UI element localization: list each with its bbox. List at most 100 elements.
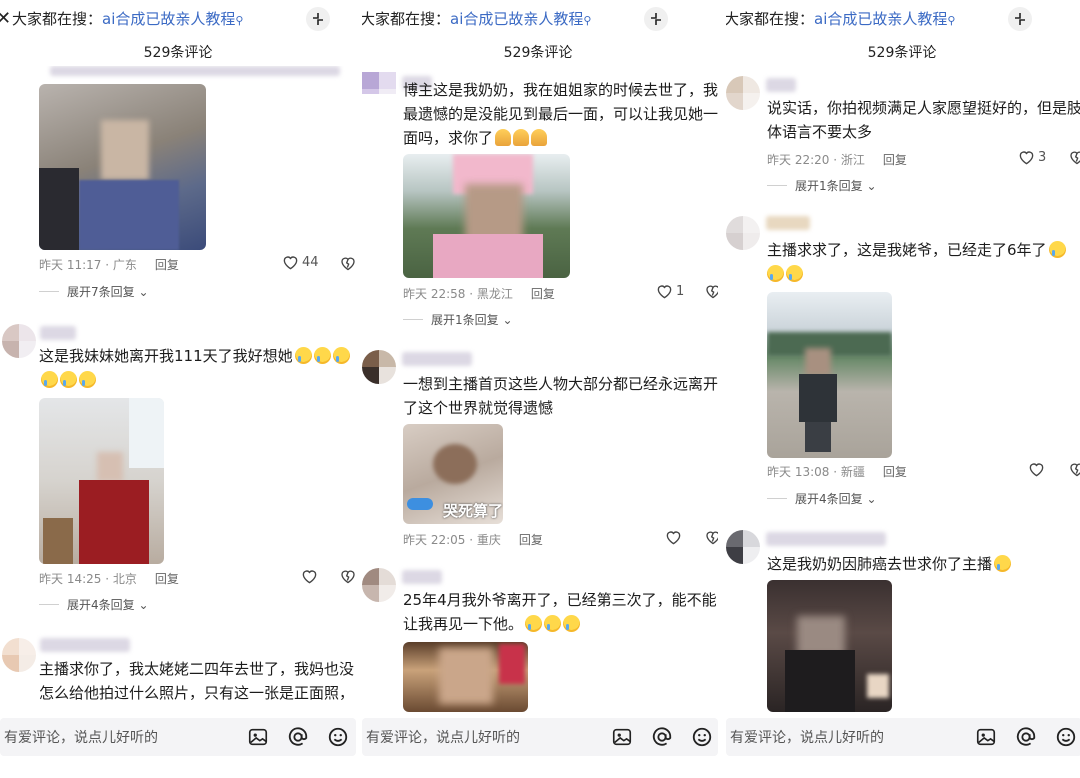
crying-emoji bbox=[1048, 241, 1066, 258]
comment-text: 25年4月我外爷离开了，已经第三次了，能不能 让我再见一下他。 bbox=[403, 591, 717, 633]
collapse-icon[interactable] bbox=[1008, 7, 1032, 31]
pleading-emoji bbox=[994, 555, 1012, 572]
heart-icon bbox=[1019, 151, 1034, 165]
search-bar[interactable]: ✕ 大家都在搜：ai合成已故亲人教程⚲ bbox=[0, 6, 356, 32]
username[interactable] bbox=[766, 216, 810, 230]
like-button[interactable]: 3 bbox=[1018, 150, 1046, 165]
comment-panel-3: ✕ 大家都在搜：ai合成已故亲人教程⚲ 529条评论 说实话，你拍视频满足人家愿… bbox=[726, 0, 1080, 778]
broken-heart-icon[interactable] bbox=[1069, 462, 1080, 477]
divider bbox=[767, 498, 787, 499]
search-hint[interactable]: 大家都在搜：ai合成已故亲人教程⚲ bbox=[726, 6, 955, 34]
comment-photo[interactable] bbox=[39, 398, 164, 564]
comment-input-bar[interactable]: 有爱评论，说点儿好听的 bbox=[0, 718, 356, 756]
avatar[interactable] bbox=[2, 638, 36, 672]
comment-input[interactable]: 有爱评论，说点儿好听的 bbox=[730, 727, 884, 747]
broken-heart-icon[interactable] bbox=[340, 256, 356, 271]
collapse-icon[interactable] bbox=[644, 7, 668, 31]
like-count: 3 bbox=[1038, 150, 1047, 165]
at-icon[interactable] bbox=[287, 726, 309, 748]
username[interactable] bbox=[40, 326, 76, 340]
emoji-icon[interactable] bbox=[327, 726, 349, 748]
comment-photo[interactable] bbox=[767, 292, 892, 458]
comment-text: 主播求你了，我太姥姥二四年去世了，我妈也没 怎么给他拍过什么照片，只有这一张是正面… bbox=[39, 660, 355, 702]
chevron-down-icon: ⌄ bbox=[134, 284, 149, 299]
reply-button[interactable]: 回复 bbox=[883, 465, 907, 479]
reply-button[interactable]: 回复 bbox=[155, 258, 179, 272]
search-bar[interactable]: ✕ 大家都在搜：ai合成已故亲人教程⚲ bbox=[362, 6, 718, 32]
at-icon[interactable] bbox=[651, 726, 673, 748]
comment-photo[interactable] bbox=[403, 642, 528, 712]
like-button[interactable]: 1 bbox=[656, 284, 684, 299]
comment-input-bar[interactable]: 有爱评论，说点儿好听的 bbox=[726, 718, 1080, 756]
avatar[interactable] bbox=[726, 216, 760, 250]
expand-replies-button[interactable]: 展开4条回复 ⌄ bbox=[767, 490, 877, 507]
pray-emoji bbox=[513, 129, 530, 146]
comment-list[interactable]: 博主这是我奶奶，我在姐姐家的时候去世了，我 最遗憾的是没能见到最后一面，可以让我见… bbox=[362, 66, 718, 712]
username[interactable] bbox=[402, 570, 442, 584]
image-icon[interactable] bbox=[611, 726, 633, 748]
search-icon: ⚲ bbox=[583, 14, 592, 27]
emoji-icon[interactable] bbox=[1055, 726, 1077, 748]
comment-input-bar[interactable]: 有爱评论，说点儿好听的 bbox=[362, 718, 718, 756]
username[interactable] bbox=[40, 638, 130, 652]
divider bbox=[39, 604, 59, 605]
broken-heart-icon[interactable] bbox=[705, 284, 718, 299]
crying-emoji bbox=[786, 265, 803, 282]
sticker[interactable]: 哭死算了 bbox=[403, 424, 503, 524]
pray-emoji bbox=[495, 129, 512, 146]
image-icon[interactable] bbox=[247, 726, 269, 748]
emoji-icon[interactable] bbox=[691, 726, 713, 748]
crying-emoji bbox=[60, 371, 77, 388]
broken-heart-icon[interactable] bbox=[340, 569, 356, 584]
comment-panel-2: ✕ 大家都在搜：ai合成已故亲人教程⚲ 529条评论 博主这是我奶奶，我在姐姐家… bbox=[362, 0, 718, 778]
collapse-icon[interactable] bbox=[306, 7, 330, 31]
comment-count: 529条评论 bbox=[143, 45, 213, 61]
reply-button[interactable]: 回复 bbox=[519, 533, 543, 547]
avatar[interactable] bbox=[362, 350, 396, 384]
like-button[interactable]: 44 bbox=[282, 255, 319, 270]
search-hint[interactable]: 大家都在搜：ai合成已故亲人教程⚲ bbox=[362, 6, 591, 34]
expand-replies-button[interactable]: 展开4条回复 ⌄ bbox=[39, 596, 149, 613]
reply-button[interactable]: 回复 bbox=[531, 287, 555, 301]
search-bar[interactable]: ✕ 大家都在搜：ai合成已故亲人教程⚲ bbox=[726, 6, 1080, 32]
close-icon[interactable]: ✕ bbox=[0, 6, 11, 32]
comment-text: 博主这是我奶奶，我在姐姐家的时候去世了，我 最遗憾的是没能见到最后一面，可以让我见… bbox=[403, 81, 718, 147]
like-count: 1 bbox=[676, 284, 685, 299]
expand-replies-button[interactable]: 展开7条回复 ⌄ bbox=[39, 283, 149, 300]
sticker-caption: 哭死算了 bbox=[443, 502, 503, 520]
expand-replies-button[interactable]: 展开1条回复 ⌄ bbox=[403, 311, 513, 328]
crying-emoji bbox=[767, 265, 784, 282]
at-icon[interactable] bbox=[1015, 726, 1037, 748]
username[interactable] bbox=[766, 532, 886, 546]
heart-icon[interactable] bbox=[301, 569, 318, 584]
divider bbox=[39, 291, 59, 292]
blurred-text bbox=[50, 66, 340, 76]
search-query: ai合成已故亲人教程 bbox=[102, 10, 236, 28]
reply-button[interactable]: 回复 bbox=[883, 153, 907, 167]
comment-photo[interactable] bbox=[39, 84, 206, 250]
username[interactable] bbox=[402, 352, 472, 366]
heart-icon[interactable] bbox=[1028, 462, 1045, 477]
username[interactable] bbox=[766, 78, 796, 92]
comment-photo[interactable] bbox=[767, 580, 892, 712]
avatar[interactable] bbox=[726, 76, 760, 110]
avatar[interactable] bbox=[362, 72, 396, 94]
broken-heart-icon[interactable] bbox=[1069, 150, 1080, 165]
avatar[interactable] bbox=[362, 568, 396, 602]
search-query: ai合成已故亲人教程 bbox=[450, 10, 584, 28]
heart-icon[interactable] bbox=[665, 530, 682, 545]
comment-list[interactable]: 说实话，你拍视频满足人家愿望挺好的，但是肢 体语言不要太多 昨天 22:20 · … bbox=[726, 66, 1080, 712]
image-icon[interactable] bbox=[975, 726, 997, 748]
expand-replies-button[interactable]: 展开1条回复 ⌄ bbox=[767, 177, 877, 194]
reply-button[interactable]: 回复 bbox=[155, 572, 179, 586]
comment-input[interactable]: 有爱评论，说点儿好听的 bbox=[4, 727, 158, 747]
comment-input[interactable]: 有爱评论，说点儿好听的 bbox=[366, 727, 520, 747]
avatar[interactable] bbox=[726, 530, 760, 564]
broken-heart-icon[interactable] bbox=[705, 530, 718, 545]
comment-list[interactable]: 昨天 11:17 · 广东 回复 44 展开7条回复 ⌄ 这是我妹妹她离开我111… bbox=[0, 66, 356, 712]
comment-photo[interactable] bbox=[403, 154, 570, 278]
comment-count: 529条评论 bbox=[867, 45, 937, 61]
search-hint[interactable]: 大家都在搜：ai合成已故亲人教程⚲ bbox=[12, 6, 243, 34]
avatar[interactable] bbox=[2, 324, 36, 358]
comment-meta: 昨天 11:17 · 广东 回复 bbox=[39, 258, 179, 272]
